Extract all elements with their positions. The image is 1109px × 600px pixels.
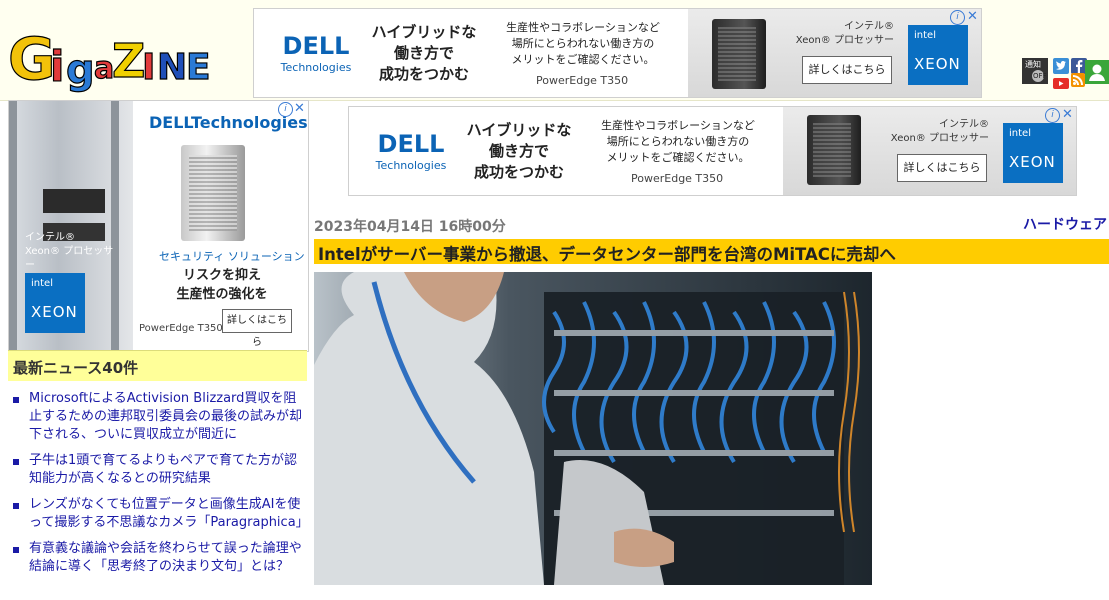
logo-letter-z: Z (111, 34, 146, 88)
ad-model: PowerEdge T350 (536, 74, 629, 87)
list-item: MicrosoftによるActivision Blizzard買収を阻止するため… (8, 390, 307, 444)
ad-model: PowerEdge T350 (631, 172, 724, 185)
notify-toggle-icon[interactable]: 通知 OFF (1022, 58, 1048, 84)
info-icon[interactable]: i (950, 10, 965, 25)
news-bullet-icon (13, 397, 19, 403)
article-hero-image (314, 272, 872, 585)
ad-solution-label: セキュリティ ソリューション (159, 250, 305, 263)
xeon-badge: intel XEON (908, 25, 968, 85)
list-item: 有意義な議論や会話を終わらせて誤った論理や結論に導く「思考終了の決まり文句」とは… (8, 540, 307, 576)
xeon-text: インテル® Xeon® プロセッサー (795, 21, 894, 46)
logo-letter-i2: I (141, 47, 156, 88)
ad-cta-button[interactable]: 詳しくはこちら (222, 309, 292, 348)
xeon-text: インテル® Xeon® プロセッサー (25, 232, 114, 271)
article-date: 2023年04月14日 16時00分 (314, 219, 506, 235)
ad-headline: ハイブリッドな 働き方で 成功をつかむ (466, 121, 572, 181)
news-heading: 最新ニュース40件 (8, 350, 307, 381)
xeon-badge: intel XEON (25, 273, 85, 333)
news-link[interactable]: 有意義な議論や会話を終わらせて誤った論理や結論に導く「思考終了の決まり文句」とは… (29, 540, 307, 576)
info-icon[interactable]: i (1045, 108, 1060, 123)
news-link[interactable]: レンズがなくても位置データと画像生成AIを使って撮影する不思議なカメラ「Para… (29, 496, 309, 532)
site-header: G i g a Z I N E DELL Technologies ハイブリッド… (0, 0, 1109, 101)
article-category-link[interactable]: ハードウェア (1023, 214, 1107, 234)
sidebar-ad[interactable]: インテル® Xeon® プロセッサー intel XEON DELLTechno… (8, 100, 309, 352)
ad-cta-button[interactable]: 詳しくはこちら (897, 154, 987, 182)
xeon-badge: intel XEON (1003, 123, 1063, 183)
news-list: MicrosoftによるActivision Blizzard買収を阻止するため… (8, 390, 309, 584)
ad-headline: リスクを抑え 生産性の強化を (176, 268, 268, 302)
news-bullet-icon (13, 503, 19, 509)
info-icon[interactable]: i (278, 102, 293, 117)
twitter-icon[interactable] (1053, 58, 1069, 74)
youtube-icon[interactable] (1053, 74, 1069, 90)
close-icon[interactable]: ✕ (1062, 108, 1073, 122)
news-bullet-icon (13, 547, 19, 553)
logo-letter-g2: g (65, 47, 95, 93)
list-item: レンズがなくても位置データと画像生成AIを使って撮影する不思議なカメラ「Para… (8, 496, 309, 532)
site-logo[interactable]: G i g a Z I N E (7, 24, 248, 93)
ad-description: 生産性やコラボレーションなど 場所にとらわれない働き方の メリットをご確認くださ… (601, 119, 755, 164)
dell-logo: DELL Technologies (375, 130, 447, 172)
news-link[interactable]: 子牛は1頭で育てるよりもペアで育てた方が認知能力が高くなるとの研究結果 (29, 452, 307, 488)
news-bullet-icon (13, 459, 19, 465)
ad-description: 生産性やコラボレーションなど 場所にとらわれない働き方の メリットをご確認くださ… (506, 21, 660, 66)
header-ad[interactable]: DELL Technologies ハイブリッドな 働き方で 成功をつかむ 生産… (253, 8, 982, 98)
logo-letter-e: E (185, 47, 211, 88)
close-icon[interactable]: ✕ (967, 10, 978, 24)
ad-headline: ハイブリッドな 働き方で 成功をつかむ (371, 23, 477, 83)
ad-cta-button[interactable]: 詳しくはこちら (802, 56, 892, 84)
ad-model: PowerEdge T350 (139, 323, 223, 334)
xeon-text: インテル® Xeon® プロセッサー (890, 119, 989, 144)
user-icon[interactable] (1085, 60, 1109, 84)
logo-letter-i: i (49, 42, 65, 91)
article-title-bar: Intelがサーバー事業から撤退、データセンター部門を台湾のMiTACに売却へ (314, 239, 1109, 264)
close-icon[interactable]: ✕ (294, 102, 305, 116)
list-item: 子牛は1頭で育てるよりもペアで育てた方が認知能力が高くなるとの研究結果 (8, 452, 307, 488)
main-ad[interactable]: DELL Technologies ハイブリッドな 働き方で 成功をつかむ 生産… (348, 106, 1077, 196)
news-link[interactable]: MicrosoftによるActivision Blizzard買収を阻止するため… (29, 390, 307, 444)
dell-logo: DELL Technologies (280, 32, 352, 74)
article-title: Intelがサーバー事業から撤退、データセンター部門を台湾のMiTACに売却へ (318, 245, 896, 264)
logo-letter-g: G (7, 25, 56, 93)
logo-letter-n: N (156, 47, 188, 88)
